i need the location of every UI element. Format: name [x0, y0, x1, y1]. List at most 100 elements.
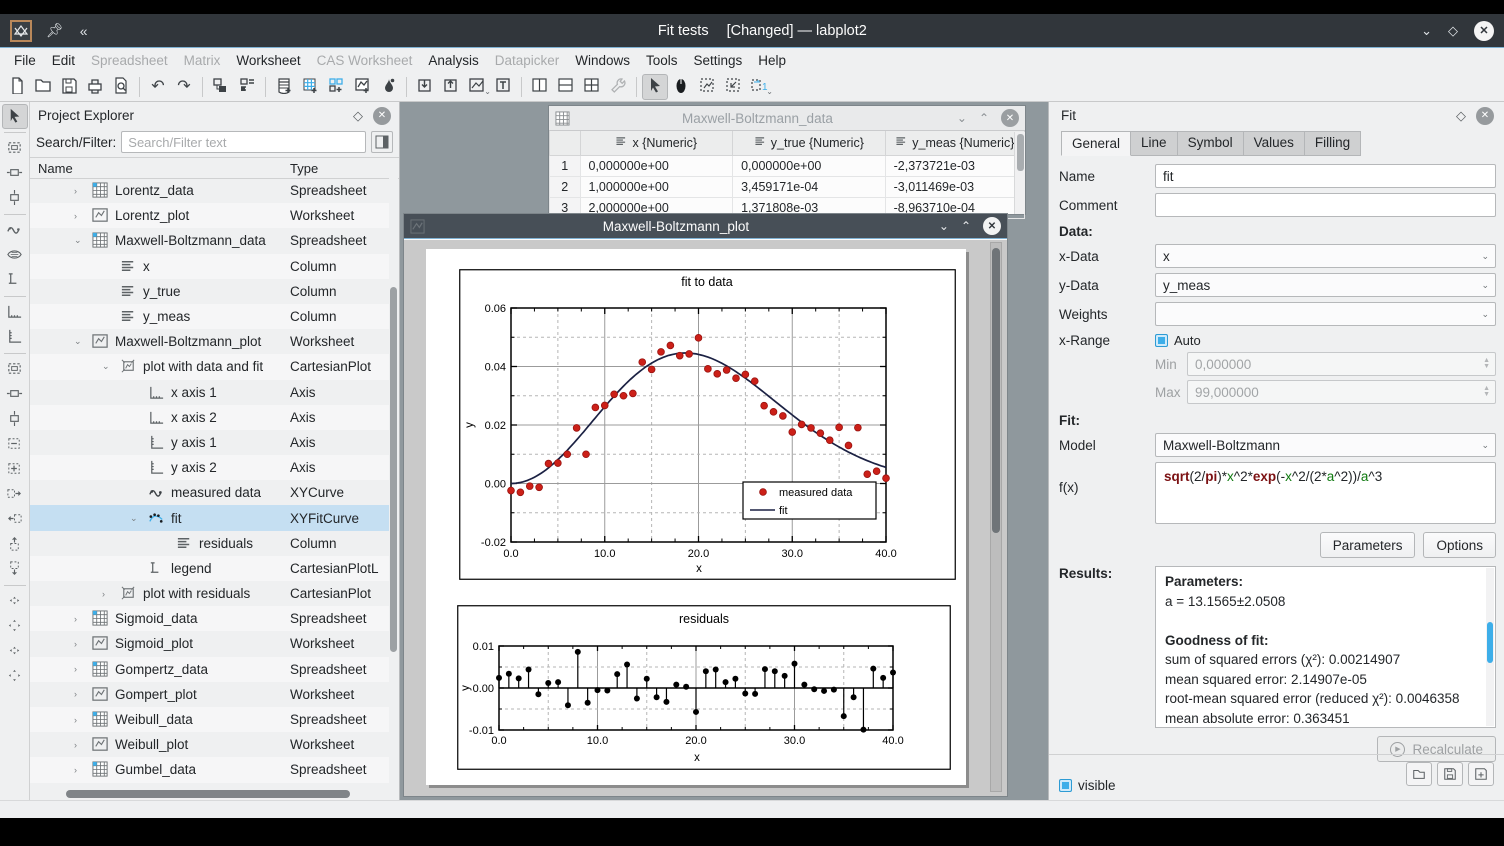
scrollbar-thumb[interactable] — [1487, 622, 1493, 663]
worksheet-window[interactable]: Maxwell-Boltzmann_plot ⌄ ⌃ ✕ fit to data… — [403, 213, 1008, 797]
pin-icon[interactable]: 📌︎ — [46, 22, 64, 39]
tree-row-x[interactable]: xColumn — [30, 254, 389, 279]
tree-row-lorentz_data[interactable]: ›Lorentz_dataSpreadsheet — [30, 178, 389, 203]
results-scrollbar[interactable] — [1486, 568, 1494, 726]
nudge-v-button[interactable] — [2, 664, 28, 689]
split-horizontal-button[interactable] — [553, 74, 579, 100]
expand-icon[interactable]: › — [74, 639, 77, 649]
menu-tools[interactable]: Tools — [638, 51, 686, 70]
save-result-button[interactable] — [1437, 762, 1463, 786]
shift-right-button[interactable] — [2, 482, 28, 507]
shift-down-button[interactable] — [2, 557, 28, 582]
undo-button[interactable]: ↶ — [145, 74, 171, 100]
tree-row-x-axis-1[interactable]: x axis 1Axis — [30, 380, 389, 405]
print-button[interactable] — [82, 74, 108, 100]
grid-layout-button[interactable] — [579, 74, 605, 100]
tree-row-fit[interactable]: ⌄fitXYFitCurve — [30, 505, 389, 530]
tab-filling[interactable]: Filling — [1305, 131, 1361, 156]
spreadsheet-window-titlebar[interactable]: Maxwell-Boltzmann_data ⌄ ⌃ ✕ — [549, 106, 1025, 131]
tree-row-y_meas[interactable]: y_measColumn — [30, 304, 389, 329]
tree-row-plot-with-data-and-fit[interactable]: ⌄plot with data and fitCartesianPlot — [30, 354, 389, 379]
explorer-horizontal-scrollbar[interactable] — [38, 790, 385, 798]
column-header[interactable]: y_meas {Numeric} — [885, 131, 1024, 155]
worksheet-view[interactable]: fit to data0.010.020.030.040.0-0.020.000… — [404, 240, 1007, 796]
new-spreadsheet-button[interactable] — [271, 74, 297, 100]
plot-fit-to-data[interactable]: fit to data0.010.020.030.040.0-0.020.000… — [459, 269, 956, 583]
tree-row-gumbel_data[interactable]: ›Gumbel_dataSpreadsheet — [30, 757, 389, 782]
new-workbook-button[interactable] — [208, 74, 234, 100]
corner-header[interactable] — [550, 131, 581, 155]
expand-icon[interactable]: › — [74, 715, 77, 725]
close-dock-icon[interactable]: ✕ — [373, 107, 391, 125]
worksheet-window-titlebar[interactable]: Maxwell-Boltzmann_plot ⌄ ⌃ ✕ — [404, 214, 1007, 239]
close-icon[interactable]: ✕ — [1474, 21, 1494, 41]
zoom-fit-button[interactable]: ⌄ — [464, 74, 490, 100]
xdata-combobox[interactable]: x⌄ — [1155, 244, 1496, 268]
expand-icon[interactable]: › — [74, 740, 77, 750]
tree-row-sigmoid_plot[interactable]: ›Sigmoid_plotWorksheet — [30, 631, 389, 656]
max-spinbox[interactable]: 99,000000▲▼ — [1187, 380, 1496, 404]
tree-row-lorentz_plot[interactable]: ›Lorentz_plotWorksheet — [30, 203, 389, 228]
float-dock-icon[interactable]: ◇ — [353, 108, 363, 124]
new-datapicker-button[interactable] — [323, 74, 349, 100]
menu-edit[interactable]: Edit — [44, 51, 83, 70]
window-maximize-icon[interactable]: ⌃ — [961, 219, 971, 233]
tree-row-measured-data[interactable]: measured dataXYCurve — [30, 480, 389, 505]
expand-icon[interactable]: › — [74, 211, 77, 221]
scrollbar-thumb[interactable] — [1017, 134, 1024, 171]
worksheet-scrollbar[interactable] — [990, 242, 1002, 792]
tree-row-y_true[interactable]: y_trueColumn — [30, 279, 389, 304]
tree-row-y-axis-1[interactable]: y axis 1Axis — [30, 430, 389, 455]
select-region-mode-button[interactable] — [720, 74, 746, 100]
nudge-x-button[interactable] — [2, 589, 28, 614]
tree-row-residuals[interactable]: residualsColumn — [30, 531, 389, 556]
tree-row-legend[interactable]: legendCartesianPlotL — [30, 556, 389, 581]
edit-layout-button[interactable] — [605, 74, 631, 100]
window-shade-icon[interactable]: ⌄ — [957, 111, 967, 125]
tree-header[interactable]: Name Type — [30, 157, 399, 179]
auto-scale-button[interactable] — [2, 357, 28, 382]
new-matrix-button[interactable] — [297, 74, 323, 100]
minimize-icon[interactable]: ⌄ — [1421, 23, 1432, 39]
new-notes-button[interactable] — [375, 74, 401, 100]
new-file-button[interactable] — [4, 74, 30, 100]
row-number[interactable]: 1 — [550, 155, 581, 176]
scrollbar-thumb[interactable] — [66, 790, 351, 798]
redo-button[interactable]: ↷ — [171, 74, 197, 100]
formula-editor[interactable]: sqrt(2/pi)*x^2*exp(-x^2/(2*a^2))/a^3 — [1155, 462, 1496, 524]
print-preview-button[interactable] — [108, 74, 134, 100]
split-vertical-button[interactable] — [527, 74, 553, 100]
new-worksheet-button[interactable] — [349, 74, 375, 100]
shift-up-button[interactable] — [2, 532, 28, 557]
crosshair-button[interactable] — [2, 161, 28, 186]
nudge-y-button[interactable] — [2, 614, 28, 639]
add-curve-button[interactable] — [2, 218, 28, 243]
tree-row-y-axis-2[interactable]: y axis 2Axis — [30, 455, 389, 480]
open-file-button[interactable] — [30, 74, 56, 100]
tree-row-plot-with-residuals[interactable]: ›plot with residualsCartesianPlot — [30, 581, 389, 606]
pointer-button[interactable] — [2, 104, 28, 129]
plot-residuals[interactable]: residuals0.010.020.030.040.0-0.010.000.0… — [457, 605, 951, 773]
expand-icon[interactable]: › — [74, 614, 77, 624]
cell[interactable]: 0,000000e+00 — [733, 155, 886, 176]
min-spinbox[interactable]: 0,000000▲▼ — [1187, 352, 1496, 376]
auto-checkbox[interactable] — [1155, 334, 1168, 347]
filter-options-icon[interactable] — [371, 131, 393, 153]
fit-results[interactable]: Parameters:a = 13.1565±2.0508 Goodness o… — [1155, 566, 1496, 728]
cell[interactable]: 0,000000e+00 — [580, 155, 733, 176]
expand-icon[interactable]: › — [74, 664, 77, 674]
scrollbar-thumb[interactable] — [992, 248, 1000, 533]
name-column-header[interactable]: Name — [30, 161, 290, 176]
window-maximize-icon[interactable]: ⌃ — [979, 111, 989, 125]
zoom-x-button[interactable] — [2, 457, 28, 482]
auto-scale-y-button[interactable] — [2, 407, 28, 432]
worksheet-paper[interactable]: fit to data0.010.020.030.040.0-0.020.000… — [426, 249, 966, 785]
titlebar[interactable]: 📌︎ «︎ Fit tests[Changed] — labplot2 ⌄ ◇ … — [0, 14, 1504, 48]
zoom-select-mode-button[interactable] — [694, 74, 720, 100]
window-shade-icon[interactable]: ⌄ — [939, 219, 949, 233]
float-dock-icon[interactable]: ◇ — [1456, 108, 1466, 124]
parameters-button[interactable]: Parameters — [1320, 532, 1416, 558]
menu-windows[interactable]: Windows — [567, 51, 638, 70]
window-close-icon[interactable]: ✕ — [1001, 109, 1019, 127]
new-folder-button[interactable] — [234, 74, 260, 100]
